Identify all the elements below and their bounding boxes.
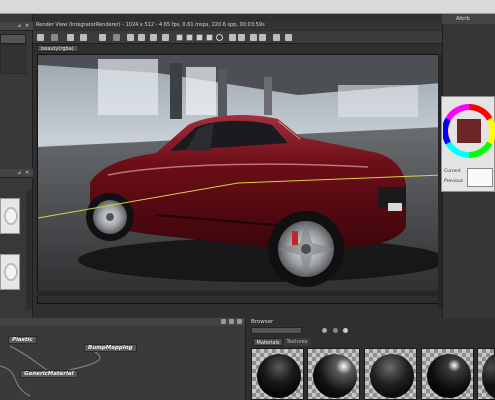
close-icon[interactable]: ✕ <box>25 23 29 29</box>
color-wheel-icon[interactable] <box>443 99 495 165</box>
extra-icon[interactable] <box>285 34 292 41</box>
picker-icon[interactable] <box>238 34 245 41</box>
current-color-label: Current <box>444 169 461 174</box>
material-thumbnail[interactable] <box>0 254 20 290</box>
tab-beauty[interactable]: beauty(rgba) <box>37 45 79 52</box>
material-thumbnail[interactable] <box>0 198 20 234</box>
left-panel-list <box>0 44 26 74</box>
circle-icon[interactable] <box>216 34 223 41</box>
node-bumpmapping[interactable]: BumpMapping <box>84 344 137 352</box>
render-viewport[interactable] <box>37 54 440 304</box>
save-icon[interactable] <box>127 34 134 41</box>
sphere-icon <box>427 354 471 398</box>
material-preview[interactable] <box>421 348 474 400</box>
node-connections <box>0 345 101 397</box>
app-top-bar <box>0 0 495 14</box>
compare-icon[interactable] <box>196 34 203 41</box>
attributes-title: Attrib <box>456 16 470 22</box>
left-panel-header-bottom: ⊿ ✕ <box>0 169 33 178</box>
close-icon[interactable]: ✕ <box>25 170 29 176</box>
refresh-icon[interactable] <box>333 328 338 333</box>
left-scrollbar[interactable] <box>26 190 32 310</box>
add-icon[interactable] <box>322 328 327 333</box>
settings-icon[interactable] <box>343 328 348 333</box>
browser-search-input[interactable] <box>251 327 302 334</box>
sphere-icon <box>4 263 18 281</box>
sphere-icon <box>482 354 495 398</box>
node-graph-header <box>0 318 245 326</box>
material-preview[interactable] <box>364 348 417 400</box>
close-icon[interactable] <box>237 319 242 324</box>
zoom-icon[interactable] <box>259 34 266 41</box>
attributes-header: Attrib <box>442 14 495 24</box>
node-plastic[interactable]: Plastic <box>8 336 37 344</box>
pin-icon[interactable]: ⊿ <box>17 23 21 29</box>
browser-title: Browser <box>251 319 274 325</box>
render-toolbar <box>33 31 442 44</box>
grid-icon[interactable] <box>186 34 193 41</box>
lock-icon[interactable] <box>150 34 157 41</box>
channel-icon[interactable] <box>162 34 169 41</box>
stop-icon[interactable] <box>51 34 58 41</box>
tab-textures[interactable]: Textures <box>284 338 310 346</box>
material-preview[interactable] <box>307 348 360 400</box>
float-icon[interactable] <box>229 319 234 324</box>
refresh-icon[interactable] <box>80 34 87 41</box>
viewport-horizontal-scrollbar[interactable] <box>37 291 439 296</box>
pin-icon[interactable]: ⊿ <box>17 170 21 176</box>
rendered-car-image <box>38 55 439 303</box>
split-icon[interactable] <box>206 34 213 41</box>
fit-icon[interactable] <box>176 34 183 41</box>
display-icon[interactable] <box>138 34 145 41</box>
left-panel-selected-row[interactable] <box>0 34 26 44</box>
settings-icon[interactable] <box>250 34 257 41</box>
gear-icon[interactable] <box>37 34 44 41</box>
tab-materials[interactable]: Materials <box>253 338 283 346</box>
current-color-swatch[interactable] <box>467 168 493 187</box>
pin-icon[interactable] <box>221 319 226 324</box>
previous-color-label: Previous <box>444 179 464 184</box>
sphere-icon <box>313 354 357 398</box>
region-icon[interactable] <box>113 34 120 41</box>
sphere-icon <box>4 207 18 225</box>
left-panels: ⊿ ✕ ⊿ ✕ <box>0 14 33 318</box>
left-panel-header-top: ⊿ ✕ <box>0 22 33 31</box>
sphere-icon <box>370 354 414 398</box>
help-icon[interactable] <box>273 34 280 41</box>
sphere-icon <box>257 354 301 398</box>
render-view-title: Render View (IntegratorRenderer) - 1024 … <box>33 21 442 30</box>
pause-icon[interactable] <box>67 34 74 41</box>
node-genericmaterial[interactable]: GenericMaterial <box>20 370 78 378</box>
material-preview[interactable] <box>477 348 495 400</box>
camera-icon[interactable] <box>99 34 106 41</box>
histogram-icon[interactable] <box>229 34 236 41</box>
material-preview[interactable] <box>251 348 304 400</box>
render-view-panel: Render View (IntegratorRenderer) - 1024 … <box>33 14 442 318</box>
color-picker-popup[interactable]: Current Previous <box>441 96 495 192</box>
